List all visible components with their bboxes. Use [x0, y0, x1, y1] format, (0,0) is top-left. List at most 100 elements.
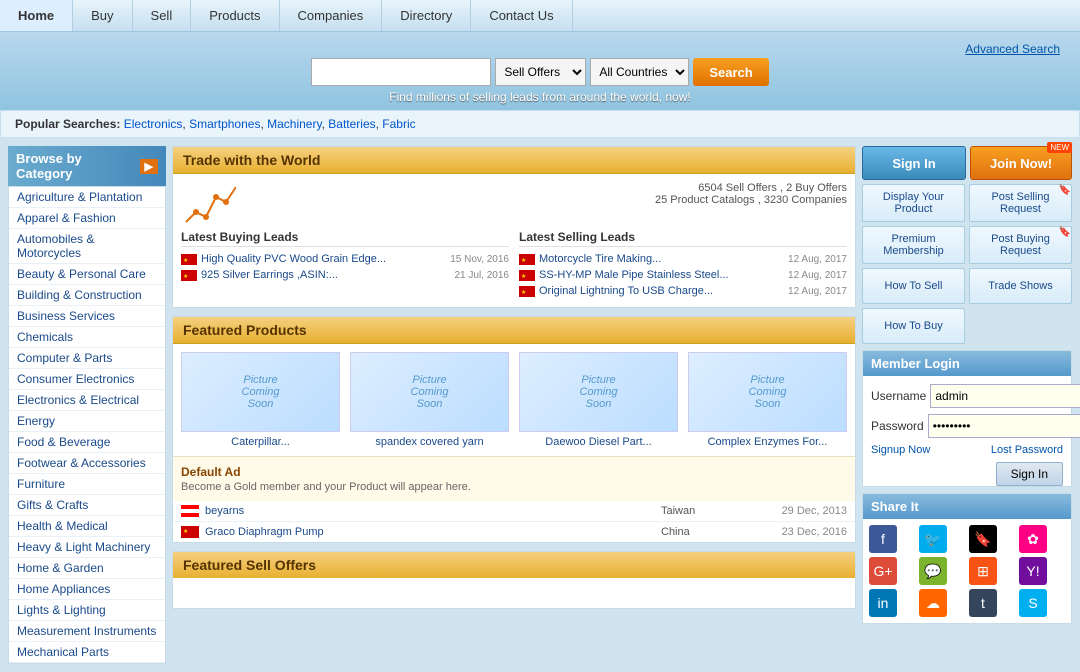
nav-companies[interactable]: Companies [280, 0, 383, 31]
buying-lead-2[interactable]: 925 Silver Earrings ,ASIN:... [201, 269, 338, 281]
sidebar-item-furniture[interactable]: Furniture [9, 474, 165, 495]
featured-products-title: Featured Products [173, 317, 855, 344]
product-name-3[interactable]: Daewoo Diesel Part... [545, 436, 651, 448]
trade-stats-line1: 6504 Sell Offers , 2 Buy Offers [655, 182, 847, 194]
popular-fabric[interactable]: Fabric [382, 117, 415, 131]
sell-lead-item: ★ SS-HY-MP Male Pipe Stainless Steel... … [519, 267, 847, 283]
sidebar-item-chemicals[interactable]: Chemicals [9, 327, 165, 348]
wechat-icon[interactable]: 💬 [919, 557, 947, 585]
skype-icon[interactable]: S [1019, 589, 1047, 617]
china-flag-2: ★ [181, 270, 197, 281]
tumblr-icon[interactable]: t [969, 589, 997, 617]
google-plus-icon[interactable]: G+ [869, 557, 897, 585]
password-row: Password [871, 414, 1063, 438]
popular-batteries[interactable]: Batteries [328, 117, 375, 131]
sidebar-item-electronics[interactable]: Electronics & Electrical [9, 390, 165, 411]
search-type-select[interactable]: Sell Offers Buy Offers Products Companie… [495, 58, 586, 86]
product-item-2: PictureComingSoon spandex covered yarn [350, 352, 509, 448]
nav-home[interactable]: Home [0, 0, 73, 31]
post-buying-btn[interactable]: Post Buying Request 🔖 [969, 226, 1072, 264]
sidebar-item-apparel[interactable]: Apparel & Fashion [9, 208, 165, 229]
signup-link[interactable]: Signup Now [871, 444, 930, 456]
sidebar-item-food[interactable]: Food & Beverage [9, 432, 165, 453]
lost-password-link[interactable]: Lost Password [991, 444, 1063, 456]
sidebar-item-agriculture[interactable]: Agriculture & Plantation [9, 187, 165, 208]
popular-machinery[interactable]: Machinery [267, 117, 321, 131]
sidebar-item-home-garden[interactable]: Home & Garden [9, 558, 165, 579]
company-name-1[interactable]: beyarns [205, 505, 655, 517]
sidebar-item-energy[interactable]: Energy [9, 411, 165, 432]
default-ad: Default Ad Become a Gold member and your… [173, 456, 855, 501]
twitter-icon[interactable]: 🐦 [919, 525, 947, 553]
sidebar-item-mechanical[interactable]: Mechanical Parts [9, 642, 165, 663]
member-login-box: Member Login Username Password Signup No… [862, 350, 1072, 487]
featured-sell-title: Featured Sell Offers [173, 552, 855, 578]
flickr-icon[interactable]: ✿ [1019, 525, 1047, 553]
post-selling-btn[interactable]: Post Selling Request 🔖 [969, 184, 1072, 222]
yahoo-icon[interactable]: Y! [1019, 557, 1047, 585]
selling-lead-3[interactable]: Original Lightning To USB Charge... [539, 285, 713, 297]
trade-shows-btn[interactable]: Trade Shows [969, 268, 1072, 304]
facebook-icon[interactable]: f [869, 525, 897, 553]
linkedin-icon[interactable]: in [869, 589, 897, 617]
search-button[interactable]: Search [693, 58, 768, 86]
trade-stats: 6504 Sell Offers , 2 Buy Offers 25 Produ… [655, 182, 847, 206]
member-signin-button[interactable]: Sign In [996, 462, 1063, 486]
how-to-buy-btn[interactable]: How To Buy [862, 308, 965, 344]
sidebar-arrow-icon[interactable]: ▶ [140, 159, 158, 174]
popular-electronics[interactable]: Electronics [124, 117, 183, 131]
nav-buy[interactable]: Buy [73, 0, 132, 31]
sidebar-item-beauty[interactable]: Beauty & Personal Care [9, 264, 165, 285]
nav-contact[interactable]: Contact Us [471, 0, 572, 31]
username-input[interactable] [930, 384, 1080, 408]
sidebar-item-lights[interactable]: Lights & Lighting [9, 600, 165, 621]
product-item-3: PictureComingSoon Daewoo Diesel Part... [519, 352, 678, 448]
sign-in-button[interactable]: Sign In [862, 146, 966, 180]
sidebar-header: Browse by Category ▶ [8, 146, 166, 186]
password-input[interactable] [928, 414, 1080, 438]
premium-membership-btn[interactable]: Premium Membership [862, 226, 965, 264]
display-product-btn[interactable]: Display Your Product [862, 184, 965, 222]
trade-stats-line2: 25 Product Catalogs , 3230 Companies [655, 194, 847, 206]
sidebar-item-consumer-electronics[interactable]: Consumer Electronics [9, 369, 165, 390]
deviantart-icon[interactable]: ☁ [919, 589, 947, 617]
selling-leads-col: Latest Selling Leads ★ Motorcycle Tire M… [519, 230, 847, 299]
sidebar-item-automobiles[interactable]: Automobiles & Motorcycles [9, 229, 165, 264]
nav-directory[interactable]: Directory [382, 0, 471, 31]
product-name-1[interactable]: Caterpillar... [231, 436, 290, 448]
product-item-4: PictureComingSoon Complex Enzymes For... [688, 352, 847, 448]
sidebar-item-computer[interactable]: Computer & Parts [9, 348, 165, 369]
sidebar-item-home-appliances[interactable]: Home Appliances [9, 579, 165, 600]
how-to-sell-btn[interactable]: How To Sell [862, 268, 965, 304]
product-name-2[interactable]: spandex covered yarn [375, 436, 483, 448]
username-row: Username [871, 384, 1063, 408]
how-to-buy-label: How To Buy [884, 320, 943, 332]
selling-lead-1-date: 12 Aug, 2017 [788, 254, 847, 265]
sidebar-item-building[interactable]: Building & Construction [9, 285, 165, 306]
windows-icon[interactable]: ⊞ [969, 557, 997, 585]
selling-lead-2[interactable]: SS-HY-MP Male Pipe Stainless Steel... [539, 269, 729, 281]
selling-lead-1[interactable]: Motorcycle Tire Making... [539, 253, 661, 265]
sidebar-item-measurement[interactable]: Measurement Instruments [9, 621, 165, 642]
how-to-sell-label: How To Sell [885, 280, 943, 292]
nav-products[interactable]: Products [191, 0, 279, 31]
sidebar-item-health[interactable]: Health & Medical [9, 516, 165, 537]
company-list: beyarns Taiwan 29 Dec, 2013 ★ Graco Diap… [173, 501, 855, 542]
country-select[interactable]: All Countries [590, 58, 689, 86]
company-row-2: ★ Graco Diaphragm Pump China 23 Dec, 201… [173, 522, 855, 542]
sidebar-item-machinery[interactable]: Heavy & Light Machinery [9, 537, 165, 558]
sidebar-item-gifts[interactable]: Gifts & Crafts [9, 495, 165, 516]
popular-smartphones[interactable]: Smartphones [189, 117, 260, 131]
sidebar-item-business[interactable]: Business Services [9, 306, 165, 327]
advanced-search-link[interactable]: Advanced Search [965, 42, 1060, 56]
sidebar-item-footwear[interactable]: Footwear & Accessories [9, 453, 165, 474]
search-input[interactable] [311, 58, 491, 86]
company-name-2[interactable]: Graco Diaphragm Pump [205, 526, 655, 538]
buying-lead-1[interactable]: High Quality PVC Wood Grain Edge... [201, 253, 386, 265]
product-img-2: PictureComingSoon [350, 352, 509, 432]
product-name-4[interactable]: Complex Enzymes For... [708, 436, 828, 448]
bookmark-icon[interactable]: 🔖 [969, 525, 997, 553]
member-login-body: Username Password Signup Now Lost Passwo… [863, 376, 1071, 470]
sell-lead-item: ★ Original Lightning To USB Charge... 12… [519, 283, 847, 299]
nav-sell[interactable]: Sell [133, 0, 192, 31]
